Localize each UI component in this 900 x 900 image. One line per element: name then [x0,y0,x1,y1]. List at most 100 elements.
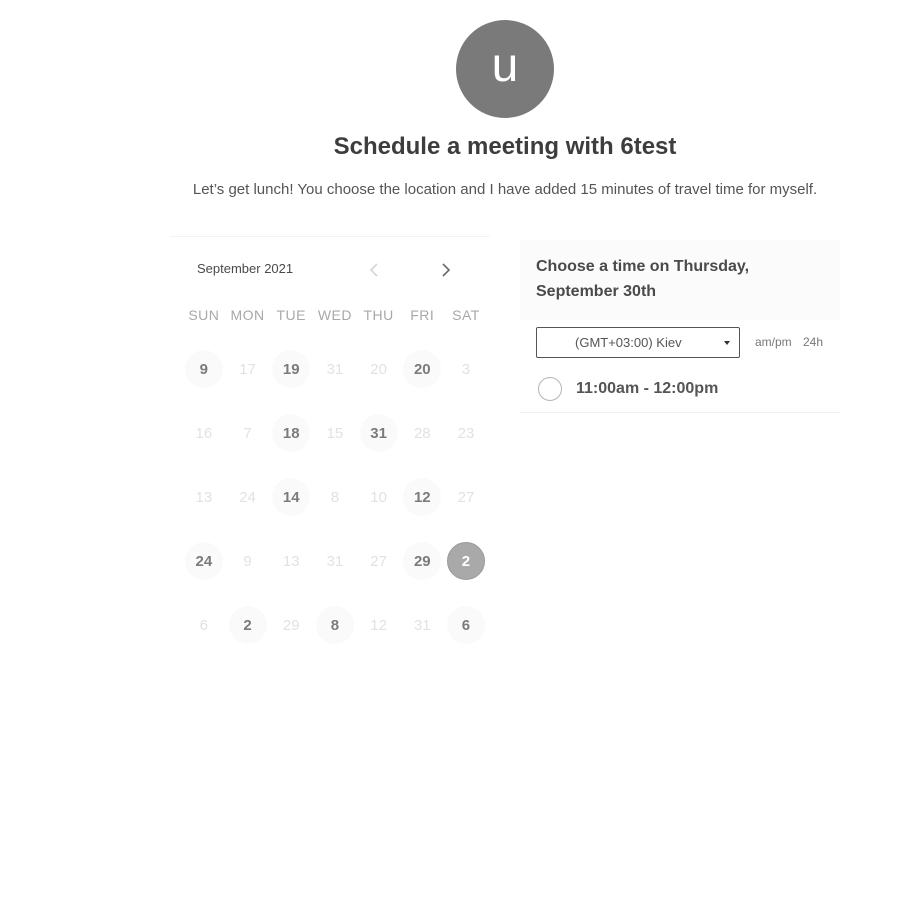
calendar-day-number: 14 [272,478,311,516]
calendar-day-number: 24 [184,542,223,580]
calendar-day[interactable]: 12 [400,465,444,529]
calendar-day-number: 9 [184,350,223,388]
calendar-day: 6 [182,593,226,657]
calendar-day-number: 31 [326,360,344,378]
24h-format-toggle[interactable]: 24h [803,335,823,349]
calendar-day-number: 15 [326,424,344,442]
calendar-day-number: 2 [446,542,485,580]
calendar: September 2021 SUN MON TUE WED THU FRI SAT 9 17… [170,236,490,656]
chevron-left-icon [369,263,378,277]
calendar-day-number: 2 [228,606,267,644]
calendar-day-number: 27 [370,552,387,570]
calendar-day: 31 [313,529,357,593]
calendar-day: 10 [357,465,401,529]
time-slot-label: 11:00am - 12:00pm [576,380,719,397]
calendar-day: 13 [269,529,313,593]
calendar-day: 13 [182,465,226,529]
calendar-day-number: 3 [461,360,471,378]
calendar-day-number: 9 [243,552,252,570]
page-title: Schedule a meeting with 6test [333,133,677,160]
timezone-value: (GMT+03:00) Kiev [575,335,682,350]
weekday-label: SAT [452,307,480,323]
calendar-day-number: 31 [326,552,344,570]
calendar-day-number: 29 [403,542,442,580]
calendar-day-number: 13 [195,488,213,506]
next-month-button[interactable] [435,259,457,281]
meeting-description: Let’s get lunch! You choose the location… [192,181,818,198]
weekday-header: SUN MON TUE WED THU FRI SAT [182,307,488,323]
time-slot[interactable]: 11:00am - 12:00pm [538,377,718,401]
calendar-day[interactable]: 9 [182,337,226,401]
calendar-day-number: 13 [282,552,300,570]
calendar-day: 31 [313,337,357,401]
calendar-day: 7 [226,401,270,465]
weekday-label: THU [363,307,394,323]
calendar-day[interactable]: 29 [400,529,444,593]
calendar-day[interactable]: 6 [444,593,488,657]
time-panel: Choose a time on Thursday, September 30t… [520,240,840,413]
calendar-day: 12 [357,593,401,657]
calendar-day: 20 [357,337,401,401]
weekday-label: WED [317,307,352,323]
calendar-day[interactable]: 14 [269,465,313,529]
chevron-right-icon [442,263,451,277]
calendar-day-number: 31 [413,616,431,634]
month-label: September 2021 [197,261,294,276]
caret-down-icon [724,341,730,345]
calendar-day-number: 12 [370,616,387,634]
calendar-day[interactable]: 20 [400,337,444,401]
calendar-day-number: 8 [315,606,354,644]
scheduling-page: u Schedule a meeting with 6test Let’s ge… [0,0,900,900]
calendar-day: 3 [444,337,488,401]
calendar-day: 23 [444,401,488,465]
calendar-day-number: 6 [199,616,209,634]
calendar-day-number: 17 [239,360,256,378]
calendar-day-number: 27 [457,488,475,506]
calendar-day-number: 29 [282,616,300,634]
calendar-day-number: 12 [403,478,442,516]
calendar-day: 28 [400,401,444,465]
calendar-day: 9 [226,529,270,593]
calendar-day[interactable]: 19 [269,337,313,401]
avatar-initial: u [491,39,519,92]
calendar-day[interactable]: 24 [182,529,226,593]
avatar: u [456,20,554,118]
calendar-day-number: 20 [370,360,387,378]
calendar-day-number: 31 [359,414,398,452]
calendar-day-number: 6 [446,606,485,644]
calendar-days-grid: 9 17 19 31 20 20 3 16 7 18 15 31 28 23 13 24 14 8 10 12 27 24… [182,337,488,657]
time-slot-radio[interactable] [538,377,562,401]
timezone-select[interactable]: (GMT+03:00) Kiev [536,327,740,358]
weekday-label: MON [230,307,265,323]
calendar-day: 24 [226,465,270,529]
calendar-day: 27 [357,529,401,593]
calendar-day: 29 [269,593,313,657]
calendar-day-number: 18 [272,414,311,452]
calendar-day: 27 [444,465,488,529]
time-panel-heading: Choose a time on Thursday, September 30t… [520,240,840,320]
calendar-day-number: 20 [403,350,442,388]
ampm-format-toggle[interactable]: am/pm [755,335,792,349]
calendar-day: 31 [400,593,444,657]
calendar-day[interactable]: 18 [269,401,313,465]
weekday-label: FRI [410,307,435,323]
calendar-day-number: 19 [272,350,311,388]
calendar-day-number: 24 [239,488,256,506]
calendar-day-number: 8 [330,488,340,506]
calendar-day-number: 23 [457,424,475,442]
calendar-day-selected[interactable]: 2 [444,529,488,593]
calendar-day-number: 28 [413,424,431,442]
calendar-day: 17 [226,337,270,401]
calendar-day: 8 [313,465,357,529]
calendar-day[interactable]: 8 [313,593,357,657]
calendar-day[interactable]: 2 [226,593,270,657]
calendar-day-number: 7 [243,424,252,442]
calendar-day-number: 10 [370,488,387,506]
weekday-label: SUN [188,307,220,323]
calendar-day: 15 [313,401,357,465]
calendar-day-number: 16 [195,424,213,442]
previous-month-button[interactable] [363,259,385,281]
weekday-label: TUE [276,307,306,323]
calendar-day: 16 [182,401,226,465]
calendar-day[interactable]: 31 [357,401,401,465]
